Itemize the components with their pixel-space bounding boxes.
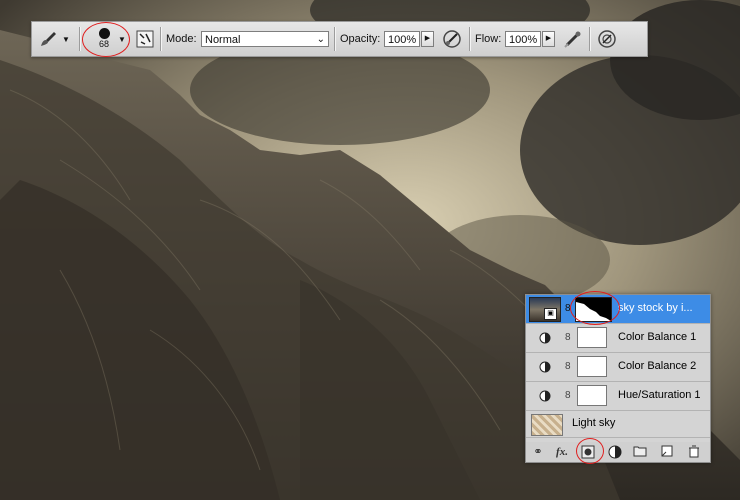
layer-thumbnail (531, 414, 563, 436)
opacity-input[interactable]: 100% (384, 31, 420, 47)
brush-size-value: 68 (98, 39, 109, 49)
flow-label: Flow: (475, 33, 502, 45)
adjustment-layer-icon (539, 332, 551, 344)
layer-mask-thumbnail[interactable] (577, 385, 607, 406)
layer-name: sky stock by i... (618, 302, 693, 314)
chain-link-icon[interactable]: 8 (565, 390, 571, 401)
layers-panel: ▣ 8 sky stock by i... 8 Color Balance 1 … (525, 291, 711, 464)
link-layers-icon[interactable]: ⚭ (530, 445, 546, 459)
layer-name: Color Balance 2 (618, 360, 697, 372)
brush-panel-icon[interactable] (136, 22, 156, 56)
mode-label: Mode: (166, 33, 197, 45)
separator (79, 27, 81, 51)
layer-row-light-sky[interactable]: Light sky (526, 411, 710, 438)
mode-select[interactable]: Normal ⌄ (201, 31, 329, 47)
opacity-slider-arrow[interactable]: ▶ (421, 31, 434, 47)
layer-name: Light sky (572, 417, 616, 429)
new-layer-icon[interactable] (659, 445, 675, 459)
fx-icon[interactable]: fx. (552, 445, 572, 459)
chain-link-icon[interactable]: 8 (565, 303, 571, 314)
chevron-down-icon: ⌄ (316, 34, 325, 45)
pressure-opacity-icon[interactable] (442, 22, 464, 56)
brush-tool-icon[interactable] (40, 22, 60, 56)
tool-options-bar: ▼ 68 ▼ Mode: Normal ⌄ Opacity: 100% ▶ Fl… (31, 21, 648, 57)
opacity-label: Opacity: (340, 33, 381, 45)
layer-row-hue-saturation-1[interactable]: 8 Hue/Saturation 1 (526, 382, 710, 411)
smart-object-icon: ▣ (544, 308, 557, 320)
layer-row-color-balance-1[interactable]: 8 Color Balance 1 (526, 324, 710, 353)
layer-mask-thumbnail[interactable] (577, 327, 607, 348)
layer-name: Hue/Saturation 1 (618, 389, 701, 401)
separator (334, 27, 336, 51)
layer-row-sky-stock[interactable]: ▣ 8 sky stock by i... (526, 295, 710, 324)
brush-tip-icon (98, 28, 110, 39)
adjustment-layer-icon (539, 361, 551, 373)
new-group-icon[interactable] (632, 445, 648, 459)
chain-link-icon[interactable]: 8 (565, 332, 571, 343)
brush-preset-picker[interactable]: 68 (86, 22, 122, 56)
separator (589, 27, 591, 51)
flow-input[interactable]: 100% (505, 31, 541, 47)
brush-preset-dropdown-icon[interactable]: ▼ (118, 22, 126, 56)
tool-preset-dropdown-icon[interactable]: ▼ (62, 22, 70, 56)
layer-name: Color Balance 1 (618, 331, 697, 343)
flow-slider-arrow[interactable]: ▶ (542, 31, 555, 47)
mode-value: Normal (205, 34, 241, 46)
adjustment-layer-icon (539, 390, 551, 402)
separator (469, 27, 471, 51)
airbrush-icon[interactable] (563, 22, 585, 56)
layer-row-color-balance-2[interactable]: 8 Color Balance 2 (526, 353, 710, 382)
chain-link-icon[interactable]: 8 (565, 361, 571, 372)
layer-mask-thumbnail[interactable] (575, 297, 612, 322)
separator (160, 27, 162, 51)
layers-footer: ⚭ fx. (526, 442, 710, 462)
pressure-size-icon[interactable] (597, 22, 619, 56)
layer-mask-thumbnail[interactable] (577, 356, 607, 377)
add-mask-icon[interactable] (580, 445, 596, 459)
trash-icon[interactable] (686, 445, 702, 459)
adjustment-layer-icon[interactable] (606, 445, 624, 459)
